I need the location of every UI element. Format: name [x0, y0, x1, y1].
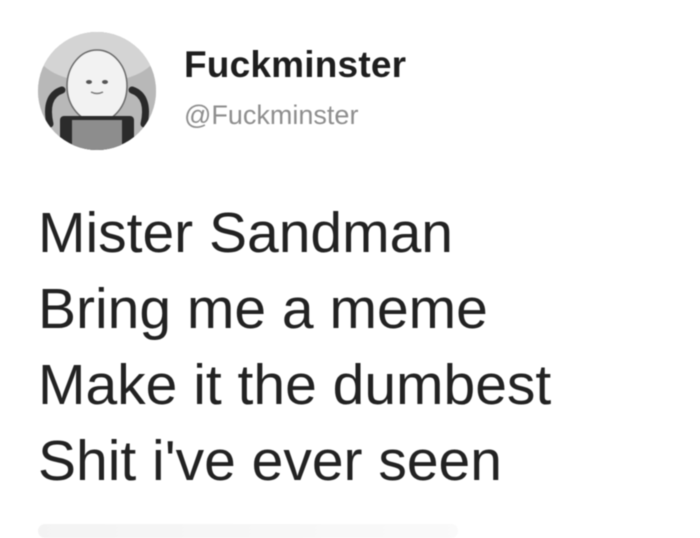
- tweet-line: Mister Sandman: [38, 201, 454, 265]
- tweet-card: Fuckminster @Fuckminster Mister Sandman …: [0, 0, 700, 538]
- tweet-line: Make it the dumbest: [38, 353, 552, 417]
- avatar[interactable]: [38, 32, 156, 150]
- display-name[interactable]: Fuckminster: [184, 44, 406, 86]
- tweet-line: Bring me a meme: [38, 277, 488, 341]
- tweet-line: Shit i've ever seen: [38, 429, 502, 493]
- egghead-avatar-icon: [38, 32, 156, 150]
- cropped-footer-divider: [38, 524, 458, 538]
- tweet-body: Mister Sandman Bring me a meme Make it t…: [38, 195, 688, 499]
- user-handle[interactable]: @Fuckminster: [184, 100, 358, 131]
